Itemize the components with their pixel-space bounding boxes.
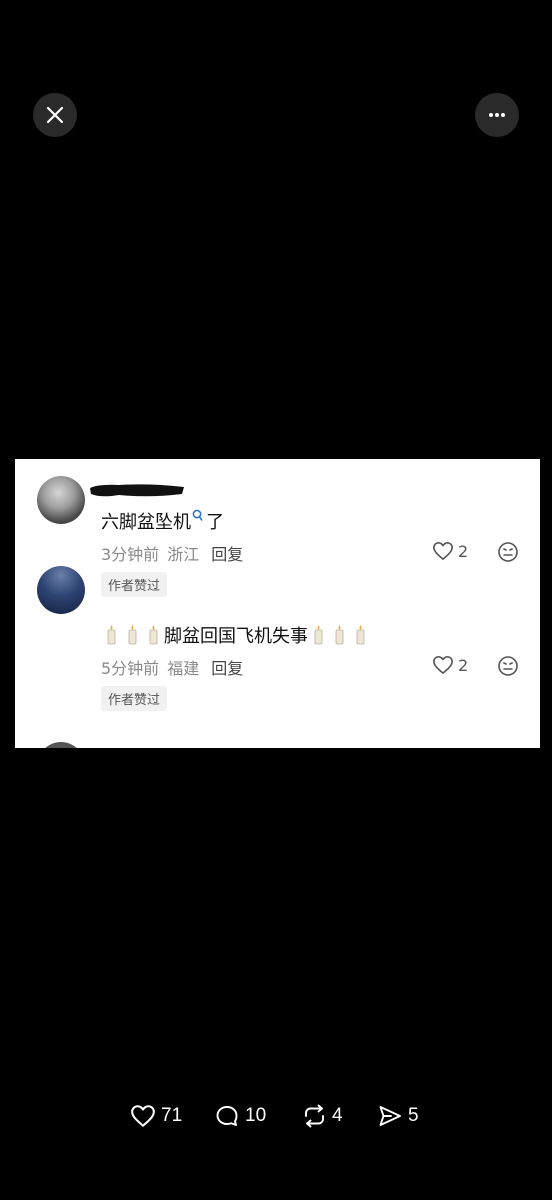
repost-action[interactable]: 4 <box>302 1104 343 1128</box>
comment-text-part: 了 <box>206 512 224 533</box>
like-count: 2 <box>458 541 469 561</box>
comment-text: 脚盆回国飞机失事 <box>101 622 371 648</box>
post-action-bar: 71 10 4 5 <box>0 1104 552 1144</box>
comment-time: 5分钟前 <box>101 659 160 678</box>
share-action[interactable]: 5 <box>378 1104 419 1128</box>
heart-icon <box>131 1105 155 1127</box>
author-liked-badge: 作者赞过 <box>101 572 168 597</box>
comment-bubble-icon <box>216 1106 238 1126</box>
emoji-reply-icon[interactable] <box>497 655 519 677</box>
send-icon <box>379 1106 401 1126</box>
reply-button[interactable]: 回复 <box>211 545 243 564</box>
reply-button[interactable]: 回复 <box>211 659 243 678</box>
candle-icon <box>128 625 137 645</box>
comment-text-part: 六脚盆坠机 <box>101 512 191 533</box>
comment-count: 10 <box>245 1105 267 1126</box>
candle-icon <box>356 625 365 645</box>
like-button[interactable]: 2 <box>432 655 468 675</box>
comment-text-part: 脚盆回国飞机失事 <box>164 626 308 647</box>
close-icon <box>46 106 64 124</box>
comment-action[interactable]: 10 <box>215 1104 266 1128</box>
more-options-button[interactable] <box>475 93 519 137</box>
comment-location: 福建 <box>167 659 200 678</box>
close-button[interactable] <box>33 93 77 137</box>
candle-icon <box>314 625 323 645</box>
candle-icon <box>149 625 158 645</box>
repost-count: 4 <box>332 1105 343 1126</box>
heart-icon <box>433 542 453 560</box>
avatar <box>37 566 85 614</box>
candle-icon <box>107 625 116 645</box>
like-count: 2 <box>458 655 469 675</box>
heart-icon <box>433 656 453 674</box>
redacted-username <box>90 484 184 497</box>
avatar <box>37 476 85 524</box>
comment-location: 浙江 <box>167 545 200 564</box>
repost-icon <box>305 1104 324 1128</box>
more-icon <box>489 113 505 117</box>
comment-text: 六脚盆坠机了 <box>101 508 224 534</box>
like-button[interactable]: 2 <box>432 541 468 561</box>
comment-time: 3分钟前 <box>101 545 160 564</box>
like-count: 71 <box>161 1105 183 1126</box>
emoji-reply-icon[interactable] <box>497 541 519 563</box>
comment-screenshot-image: 六脚盆坠机了 3分钟前 浙江 回复 2 作者赞过 脚盆回国飞机失事 5分钟前 福建 回复… <box>15 459 540 748</box>
share-count: 5 <box>408 1105 419 1126</box>
avatar <box>37 742 85 748</box>
author-liked-badge: 作者赞过 <box>101 686 168 711</box>
search-icon <box>192 509 203 521</box>
candle-icon <box>335 625 344 645</box>
like-action[interactable]: 71 <box>130 1104 182 1128</box>
comment-meta: 3分钟前 浙江 回复 <box>101 541 243 565</box>
comment-meta: 5分钟前 福建 回复 <box>101 655 243 679</box>
